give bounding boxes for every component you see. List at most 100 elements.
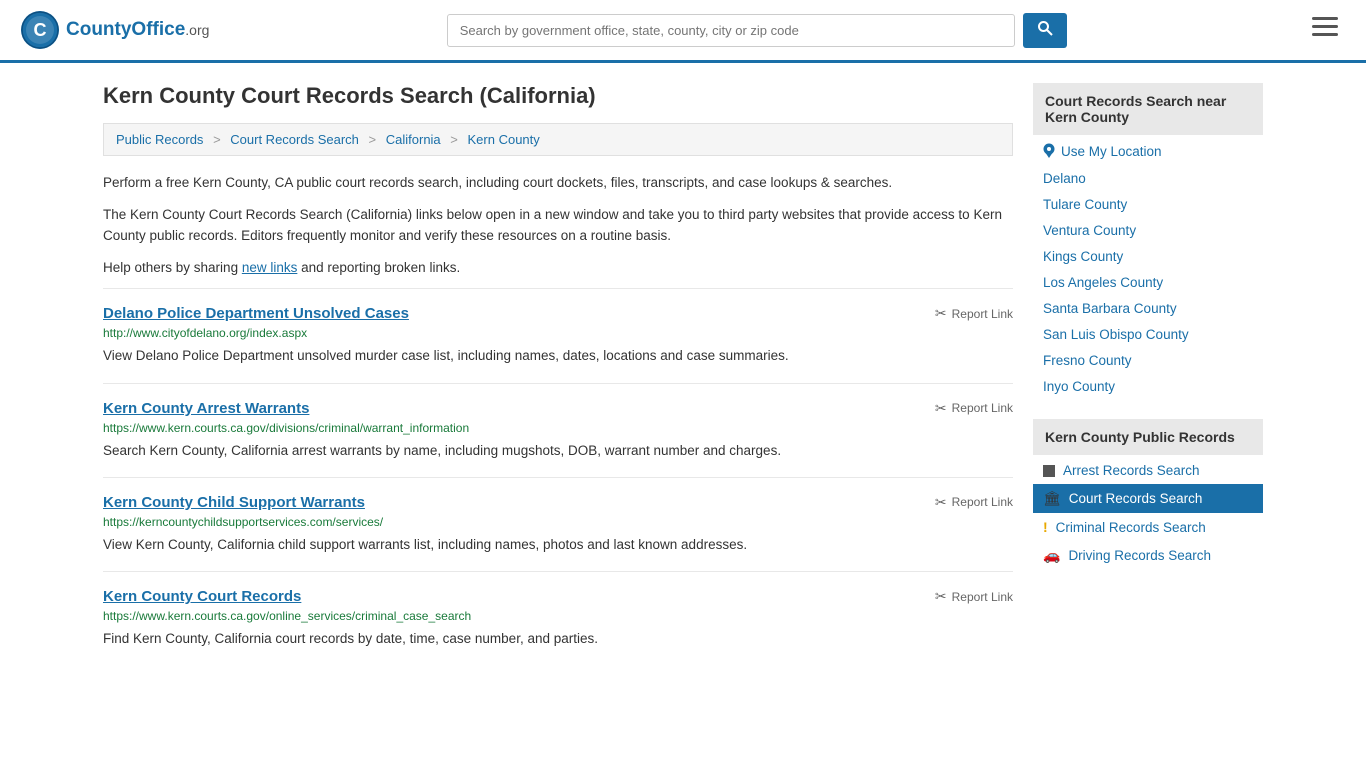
sidebar-nearby-kings: Kings County	[1033, 243, 1263, 269]
court-icon: 🏛	[1043, 490, 1061, 507]
sidebar-nearby-tulare: Tulare County	[1033, 191, 1263, 217]
nearby-link-la[interactable]: Los Angeles County	[1043, 275, 1163, 290]
result-desc-1: View Delano Police Department unsolved m…	[103, 346, 1013, 366]
search-input[interactable]	[447, 14, 1015, 47]
sidebar-nearby-delano: Delano	[1033, 165, 1263, 191]
nearby-link-fresno[interactable]: Fresno County	[1043, 353, 1132, 368]
breadcrumb: Public Records > Court Records Search > …	[103, 123, 1013, 156]
nearby-link-delano[interactable]: Delano	[1043, 171, 1086, 186]
sidebar-near-header: Court Records Search near Kern County	[1033, 83, 1263, 135]
result-item-4: Kern County Court Records ✂ Report Link …	[103, 571, 1013, 665]
nearby-link-tulare[interactable]: Tulare County	[1043, 197, 1127, 212]
search-button[interactable]	[1023, 13, 1067, 48]
logo-text: CountyOffice.org	[66, 19, 209, 41]
nearby-link-kings[interactable]: Kings County	[1043, 249, 1123, 264]
header: C CountyOffice.org	[0, 0, 1366, 63]
criminal-icon: !	[1043, 519, 1048, 535]
pub-records-link-court[interactable]: Court Records Search	[1069, 491, 1203, 506]
nearby-link-ventura[interactable]: Ventura County	[1043, 223, 1136, 238]
report-label-1: Report Link	[952, 307, 1013, 321]
use-my-location-link[interactable]: Use My Location	[1061, 144, 1162, 159]
breadcrumb-california[interactable]: California	[386, 132, 441, 147]
driving-icon: 🚗	[1043, 547, 1060, 564]
report-icon-3: ✂	[935, 494, 947, 511]
search-area	[447, 13, 1067, 48]
pub-records-link-criminal[interactable]: Criminal Records Search	[1056, 520, 1206, 535]
pub-records-arrest: Arrest Records Search	[1033, 457, 1263, 484]
result-url-1: http://www.cityofdelano.org/index.aspx	[103, 326, 1013, 340]
report-link-3[interactable]: ✂ Report Link	[935, 494, 1013, 511]
sidebar-nearby-sanluisobispo: San Luis Obispo County	[1033, 321, 1263, 347]
breadcrumb-court-records[interactable]: Court Records Search	[230, 132, 359, 147]
sidebar-nearby-la: Los Angeles County	[1033, 269, 1263, 295]
result-header-3: Kern County Child Support Warrants ✂ Rep…	[103, 494, 1013, 511]
result-link-2[interactable]: Kern County Arrest Warrants	[103, 400, 309, 417]
result-title-1: Delano Police Department Unsolved Cases	[103, 305, 409, 322]
report-link-4[interactable]: ✂ Report Link	[935, 588, 1013, 605]
sidebar-nearby-ventura: Ventura County	[1033, 217, 1263, 243]
intro-text: Perform a free Kern County, CA public co…	[103, 172, 1013, 278]
sidebar-nearby-list: Delano Tulare County Ventura County King…	[1033, 165, 1263, 399]
result-item-2: Kern County Arrest Warrants ✂ Report Lin…	[103, 383, 1013, 477]
report-link-2[interactable]: ✂ Report Link	[935, 400, 1013, 417]
results-list: Delano Police Department Unsolved Cases …	[103, 288, 1013, 665]
logo-icon: C	[20, 10, 60, 50]
intro-p2: The Kern County Court Records Search (Ca…	[103, 204, 1013, 247]
sidebar-nearby-inyo: Inyo County	[1033, 373, 1263, 399]
nearby-link-santabarbara[interactable]: Santa Barbara County	[1043, 301, 1177, 316]
location-pin-icon	[1043, 143, 1055, 159]
intro-p3: Help others by sharing new links and rep…	[103, 257, 1013, 279]
result-link-1[interactable]: Delano Police Department Unsolved Cases	[103, 305, 409, 322]
pub-records-link-driving[interactable]: Driving Records Search	[1068, 548, 1211, 563]
breadcrumb-public-records[interactable]: Public Records	[116, 132, 203, 147]
pub-records-link-arrest[interactable]: Arrest Records Search	[1063, 463, 1200, 478]
report-link-1[interactable]: ✂ Report Link	[935, 305, 1013, 322]
report-icon-1: ✂	[935, 305, 947, 322]
result-header-2: Kern County Arrest Warrants ✂ Report Lin…	[103, 400, 1013, 417]
intro-p1: Perform a free Kern County, CA public co…	[103, 172, 1013, 194]
pub-records-criminal: ! Criminal Records Search	[1033, 513, 1263, 541]
arrest-icon	[1043, 465, 1055, 477]
sidebar-nearby-fresno: Fresno County	[1033, 347, 1263, 373]
result-header-4: Kern County Court Records ✂ Report Link	[103, 588, 1013, 605]
intro-p3-prefix: Help others by sharing	[103, 260, 242, 275]
breadcrumb-sep-1: >	[213, 132, 221, 147]
menu-button[interactable]	[1304, 13, 1346, 47]
sidebar-near-section: Court Records Search near Kern County Us…	[1033, 83, 1263, 399]
result-link-3[interactable]: Kern County Child Support Warrants	[103, 494, 365, 511]
result-title-2: Kern County Arrest Warrants	[103, 400, 309, 417]
breadcrumb-sep-2: >	[369, 132, 377, 147]
result-title-4: Kern County Court Records	[103, 588, 301, 605]
sidebar: Court Records Search near Kern County Us…	[1033, 83, 1263, 665]
breadcrumb-sep-3: >	[450, 132, 458, 147]
sidebar-public-records-section: Kern County Public Records Arrest Record…	[1033, 419, 1263, 570]
result-desc-2: Search Kern County, California arrest wa…	[103, 441, 1013, 461]
nearby-link-sanluisobispo[interactable]: San Luis Obispo County	[1043, 327, 1189, 342]
nearby-link-inyo[interactable]: Inyo County	[1043, 379, 1115, 394]
new-links-link[interactable]: new links	[242, 260, 298, 275]
result-url-3: https://kerncountychildsupportservices.c…	[103, 515, 1013, 529]
result-title-3: Kern County Child Support Warrants	[103, 494, 365, 511]
result-item-1: Delano Police Department Unsolved Cases …	[103, 288, 1013, 382]
pub-records-court[interactable]: 🏛 Court Records Search	[1033, 484, 1263, 513]
report-icon-4: ✂	[935, 588, 947, 605]
pub-records-driving: 🚗 Driving Records Search	[1033, 541, 1263, 570]
result-url-4: https://www.kern.courts.ca.gov/online_se…	[103, 609, 1013, 623]
page-title: Kern County Court Records Search (Califo…	[103, 83, 1013, 109]
report-label-3: Report Link	[952, 495, 1013, 509]
content: Kern County Court Records Search (Califo…	[103, 83, 1013, 665]
intro-p3-suffix: and reporting broken links.	[297, 260, 460, 275]
result-desc-4: Find Kern County, California court recor…	[103, 629, 1013, 649]
sidebar-location: Use My Location	[1033, 137, 1263, 165]
hamburger-icon	[1312, 17, 1338, 37]
pub-records-list: Arrest Records Search 🏛 Court Records Se…	[1033, 457, 1263, 570]
svg-text:C: C	[34, 20, 47, 40]
main-container: Kern County Court Records Search (Califo…	[83, 63, 1283, 685]
report-icon-2: ✂	[935, 400, 947, 417]
breadcrumb-kern-county[interactable]: Kern County	[468, 132, 540, 147]
report-label-2: Report Link	[952, 401, 1013, 415]
result-link-4[interactable]: Kern County Court Records	[103, 588, 301, 605]
sidebar-public-records-header: Kern County Public Records	[1033, 419, 1263, 455]
result-desc-3: View Kern County, California child suppo…	[103, 535, 1013, 555]
logo-area: C CountyOffice.org	[20, 10, 209, 50]
